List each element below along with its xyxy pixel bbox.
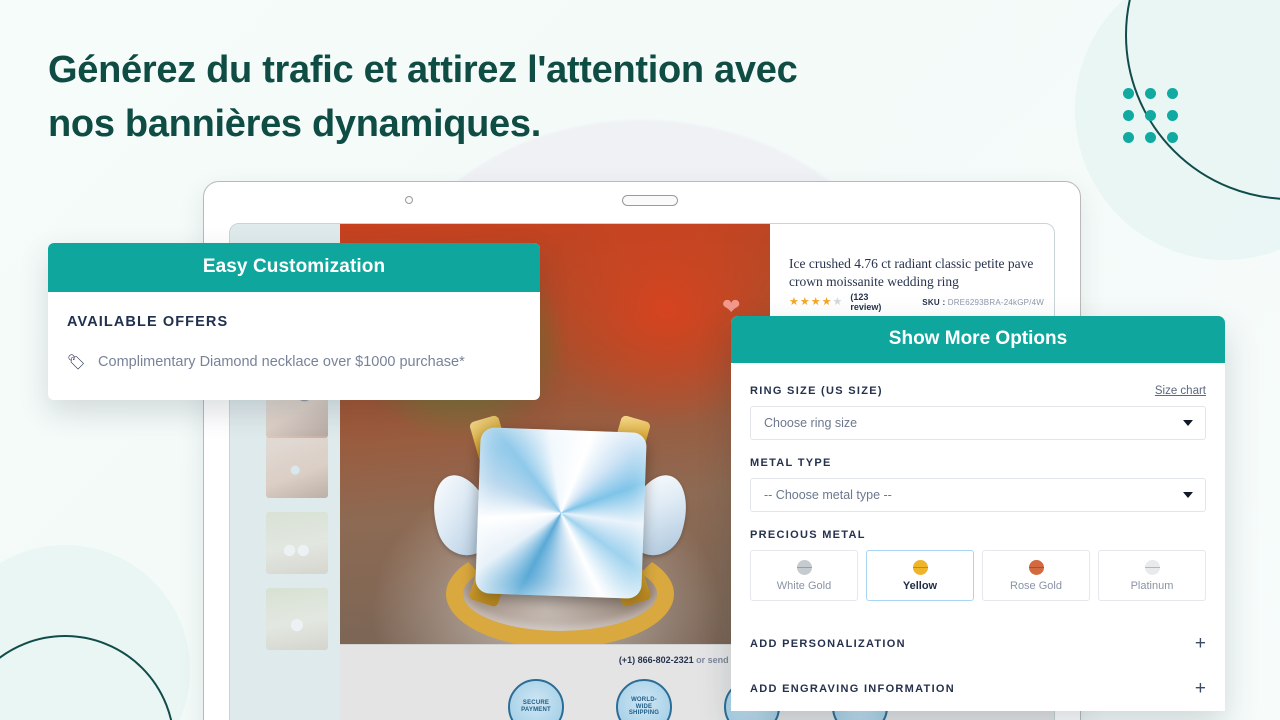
star-icon: ★ [810, 295, 821, 308]
precious-metal-label: PRECIOUS METAL [750, 529, 866, 541]
sku-value: DRE6293BRA-24kGP/4W [947, 297, 1044, 307]
ring-size-selected-value: Choose ring size [764, 416, 858, 430]
ring-size-label: RING SIZE (US SIZE) [750, 385, 883, 397]
trust-badge-worldwide: WORLD-WIDE SHIPPING [616, 679, 672, 720]
thumbnail-image [266, 436, 328, 498]
headline-line-1: Générez du trafic et attirez l'attention… [48, 49, 798, 91]
metal-type-selected-value: -- Choose metal type -- [764, 488, 892, 502]
metal-swatch-icon [1144, 559, 1160, 575]
dot-grid-icon [1123, 88, 1180, 145]
product-sku: SKU : DRE6293BRA-24kGP/4W [922, 298, 1044, 307]
page-title: Générez du trafic et attirez l'attention… [48, 44, 908, 152]
headline-line-2: nos bannières dynamiques. [48, 102, 541, 145]
footer-phone[interactable]: (+1) 866-802-2321 [619, 655, 694, 665]
review-count[interactable]: (123 review) [850, 292, 900, 312]
metal-option-rose-gold[interactable]: Rose Gold [982, 550, 1090, 601]
star-icon-empty: ★ [832, 295, 843, 308]
ring-size-header: RING SIZE (US SIZE) Size chart [750, 385, 1206, 397]
chevron-down-icon [1183, 420, 1193, 426]
product-title: Ice crushed 4.76 ct radiant classic peti… [789, 256, 1034, 290]
decorative-circle-bottom-left-fill [0, 545, 190, 720]
metal-option-label: Yellow [902, 579, 938, 592]
show-more-options-header[interactable]: Show More Options [731, 316, 1225, 363]
add-engraving-row[interactable]: ADD ENGRAVING INFORMATION + [750, 666, 1206, 711]
add-personalization-row[interactable]: ADD PERSONALIZATION + [750, 621, 1206, 666]
tablet-speaker-grille [622, 195, 678, 206]
add-engraving-label: ADD ENGRAVING INFORMATION [750, 682, 956, 695]
gallery-thumbnail[interactable] [266, 436, 328, 498]
metal-type-select[interactable]: -- Choose metal type -- [750, 478, 1206, 512]
tablet-camera-icon [405, 196, 413, 204]
precious-metal-options: White Gold Yellow Rose Gold Platinum [750, 550, 1206, 601]
size-chart-link[interactable]: Size chart [1155, 385, 1206, 397]
easy-customization-card: Easy Customization AVAILABLE OFFERS 🏷 Co… [48, 243, 540, 400]
offer-list-item: 🏷 Complimentary Diamond necklace over $1… [67, 354, 521, 370]
product-rating-row: ★ ★ ★ ★ ★ (123 review) SKU : DRE6293BRA-… [789, 292, 1044, 312]
thumbnail-image [266, 588, 328, 650]
star-rating[interactable]: ★ ★ ★ ★ ★ [789, 295, 843, 308]
plus-icon[interactable]: + [1195, 634, 1206, 653]
thumbnail-image [266, 512, 328, 574]
ring-center-stone [475, 427, 647, 599]
easy-customization-body: AVAILABLE OFFERS 🏷 Complimentary Diamond… [48, 292, 540, 400]
decorative-circle-top-right-outline [1125, 0, 1280, 200]
decorative-circle-top-right-fill [1075, 0, 1280, 260]
metal-swatch-icon [1028, 559, 1044, 575]
metal-option-white-gold[interactable]: White Gold [750, 550, 858, 601]
star-icon: ★ [789, 295, 799, 308]
easy-customization-header: Easy Customization [48, 243, 540, 292]
ring-illustration [422, 410, 698, 660]
add-personalization-label: ADD PERSONALIZATION [750, 637, 906, 650]
offer-text: Complimentary Diamond necklace over $100… [98, 354, 465, 370]
chevron-down-icon [1183, 492, 1193, 498]
tag-icon: 🏷 [67, 353, 87, 371]
metal-option-label: Platinum [1130, 579, 1174, 592]
metal-type-header: METAL TYPE [750, 457, 1206, 469]
metal-option-label: White Gold [776, 579, 832, 592]
gallery-thumbnail[interactable] [266, 588, 328, 650]
plus-icon[interactable]: + [1195, 679, 1206, 698]
gallery-thumbnail[interactable] [266, 512, 328, 574]
star-icon: ★ [821, 295, 832, 308]
metal-option-platinum[interactable]: Platinum [1098, 550, 1206, 601]
metal-option-label: Rose Gold [1010, 579, 1062, 592]
heart-icon[interactable]: ❤ [722, 296, 744, 318]
promo-banner-stage: Générez du trafic et attirez l'attention… [0, 0, 1280, 720]
metal-swatch-icon [796, 559, 812, 575]
metal-type-label: METAL TYPE [750, 457, 832, 469]
available-offers-title: AVAILABLE OFFERS [67, 314, 229, 330]
precious-metal-header: PRECIOUS METAL [750, 529, 1206, 541]
decorative-circle-bottom-left-outline [0, 635, 175, 720]
star-icon: ★ [799, 295, 810, 308]
metal-option-yellow[interactable]: Yellow [866, 550, 974, 601]
metal-swatch-icon [912, 559, 928, 575]
show-more-options-card: Show More Options RING SIZE (US SIZE) Si… [731, 316, 1225, 711]
ring-size-select[interactable]: Choose ring size [750, 406, 1206, 440]
trust-badge-secure: SECURE PAYMENT [508, 679, 564, 720]
show-more-options-body: RING SIZE (US SIZE) Size chart Choose ri… [731, 363, 1225, 711]
sku-label: SKU : [922, 297, 946, 307]
